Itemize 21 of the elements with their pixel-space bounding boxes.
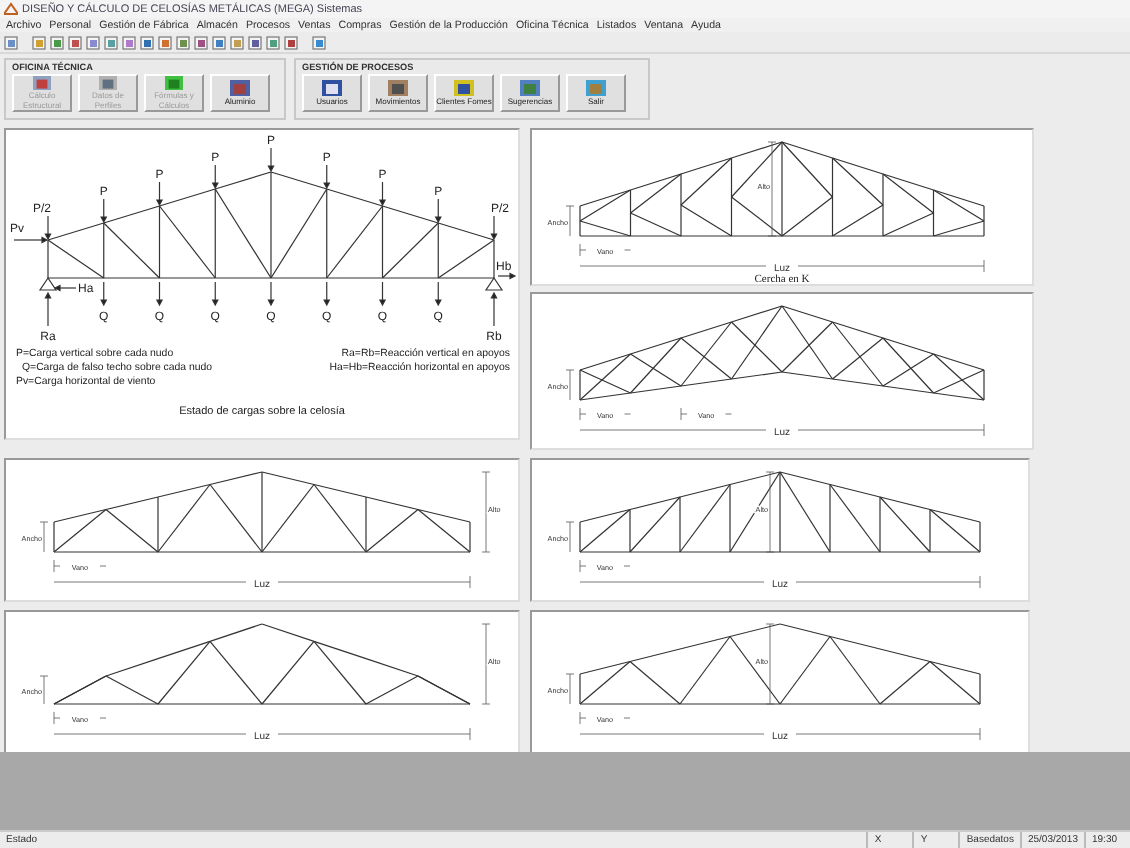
- dimension-line: [481, 623, 491, 705]
- dimension-line: [565, 673, 575, 705]
- window-icon: [164, 76, 184, 91]
- dimension-line: [39, 675, 49, 705]
- dimension-line: [481, 471, 491, 553]
- window-icon: [322, 79, 342, 96]
- window-icon: [520, 79, 540, 96]
- dimension-line: [765, 623, 775, 705]
- window-icon: [586, 79, 606, 96]
- window-icon: [454, 79, 474, 96]
- window-icon: [388, 79, 408, 96]
- dimension-line: [39, 521, 49, 553]
- dimension-line: [765, 471, 775, 553]
- window-icon: [32, 76, 52, 91]
- window-icon: [230, 79, 250, 96]
- dimension-line: [767, 141, 777, 237]
- app-icon: [4, 2, 18, 16]
- dimension-line: [565, 369, 575, 401]
- dimension-line: [565, 521, 575, 553]
- window-icon: [98, 76, 118, 91]
- dimension-line: [565, 205, 575, 237]
